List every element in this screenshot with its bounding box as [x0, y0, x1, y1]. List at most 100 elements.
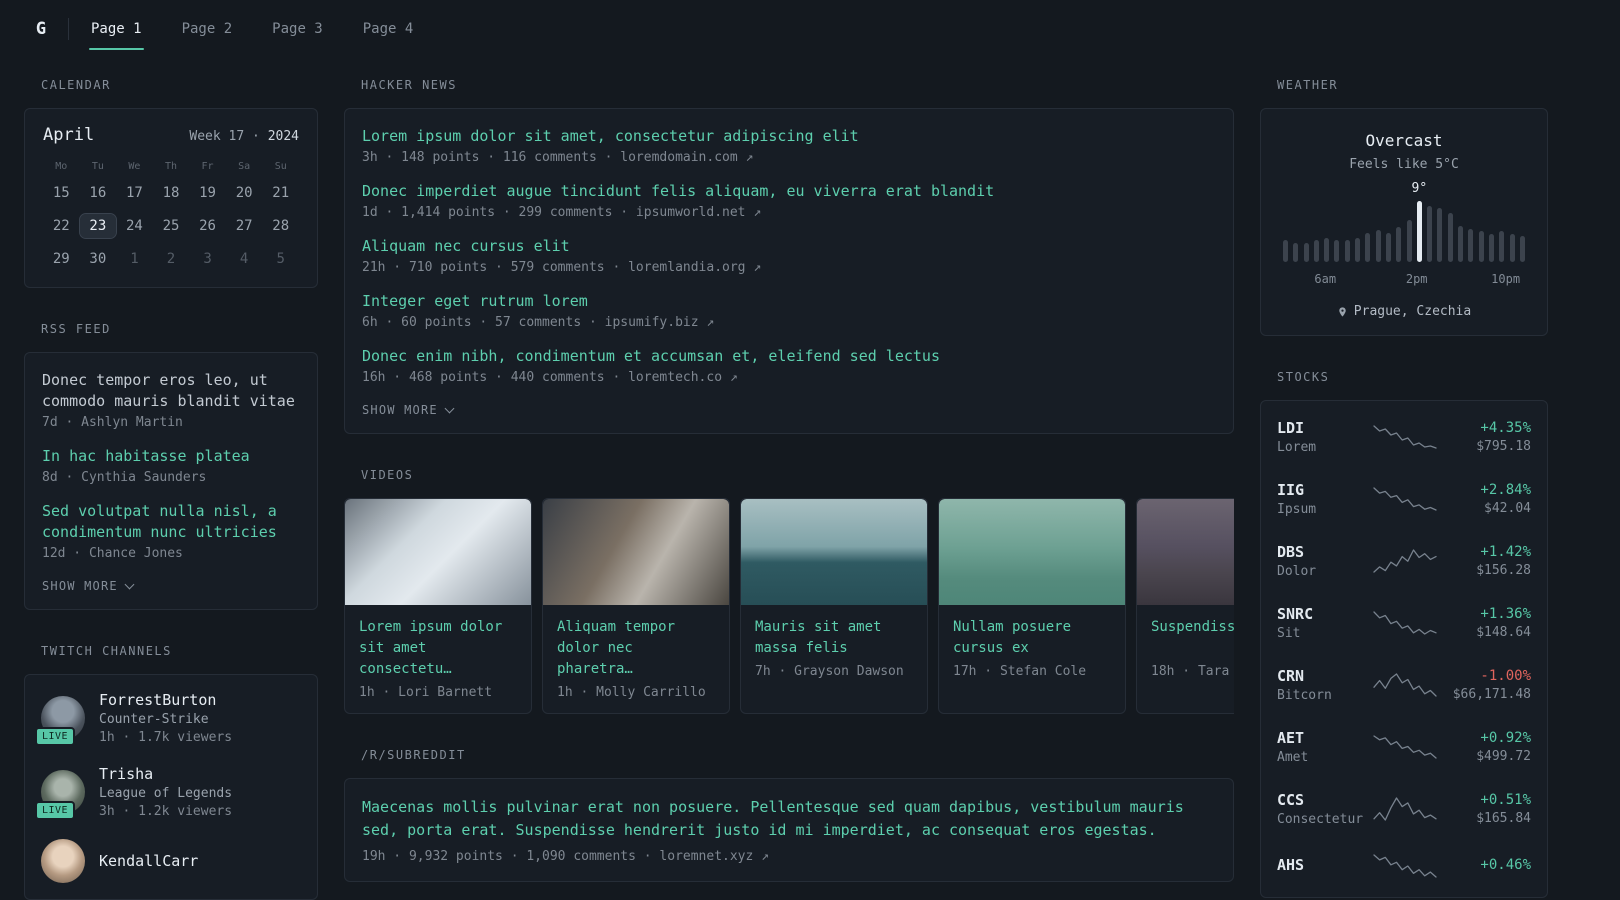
videos-section-title: VIDEOS [361, 468, 414, 482]
weather-bar [1509, 233, 1515, 262]
dashboard-layout: CALENDAR April Week 17 · 2024 Mo Tu We T… [0, 58, 1620, 900]
video-body: Nullam posuere cursus ex 17h · Stefan Co… [939, 605, 1125, 692]
video-title[interactable]: Aliquam tempor dolor nec pharetra… [557, 617, 715, 680]
stock-id: CCS Consectetur [1277, 791, 1373, 827]
channel-game[interactable]: League of Legends [99, 786, 232, 801]
video-card[interactable]: Suspendisse diam 18h · Tara [1136, 498, 1234, 714]
stock-values: +0.92% $499.72 [1476, 730, 1531, 764]
rss-item: In hac habitasse platea 8d · Cynthia Sau… [42, 446, 300, 485]
stock-name: Consectetur [1277, 812, 1364, 827]
right-column: WEATHER Overcast Feels like 5°C 9° 6am 2… [1260, 78, 1548, 900]
channel-avatar[interactable]: LIVE [35, 696, 85, 746]
live-badge: LIVE [35, 727, 76, 746]
stock-name: Ipsum [1277, 502, 1317, 517]
subreddit-post-meta[interactable]: 19h · 9,932 points · 1,090 comments · lo… [362, 849, 1216, 864]
stock-sparkline [1373, 487, 1437, 511]
calendar-day-next-month: 4 [239, 251, 249, 267]
calendar-day: 17 [125, 185, 143, 201]
calendar-year: 2024 [267, 129, 299, 144]
stock-row[interactable]: AHS +0.46% [1277, 840, 1531, 892]
calendar-day-next-month: 3 [203, 251, 212, 267]
video-meta: 18h · Tara [1151, 664, 1230, 679]
weather-time: 10pm [1491, 272, 1521, 286]
calendar-day: 16 [89, 185, 107, 201]
hackernews-item-meta[interactable]: 16h · 468 points · 440 comments · loremt… [362, 370, 1216, 385]
hackernews-item-title[interactable]: Integer eget rutrum lorem [362, 291, 1216, 312]
stock-row[interactable]: SNRC Sit +1.36% $148.64 [1277, 592, 1531, 654]
video-body: Suspendisse diam 18h · Tara [1137, 605, 1234, 692]
rss-show-more-button[interactable]: SHOW MORE [42, 579, 300, 593]
hackernews-show-more-button[interactable]: SHOW MORE [362, 403, 1216, 417]
video-thumbnail[interactable] [345, 499, 531, 605]
calendar-day: 18 [162, 185, 180, 201]
weather-bar [1375, 230, 1381, 262]
stock-name: Amet [1277, 750, 1309, 765]
channel-viewers: 3h · 1.2k viewers [99, 804, 233, 819]
video-card[interactable]: Mauris sit amet massa felis 7h · Grayson… [740, 498, 928, 714]
video-title[interactable]: Suspendisse diam [1151, 617, 1234, 659]
stock-row[interactable]: DBS Dolor +1.42% $156.28 [1277, 530, 1531, 592]
channel-name[interactable]: Trisha [99, 765, 232, 783]
hackernews-item-meta[interactable]: 3h · 148 points · 116 comments · loremdo… [362, 150, 1216, 165]
stock-values: +2.84% $42.04 [1480, 482, 1531, 516]
calendar-dow: Sa [238, 161, 251, 172]
hackernews-item-meta[interactable]: 1d · 1,414 points · 299 comments · ipsum… [362, 205, 1216, 220]
weather-feels-like: Feels like 5°C [1349, 157, 1459, 172]
weather-bar [1499, 231, 1505, 262]
hackernews-card: Lorem ipsum dolor sit amet, consectetur … [344, 108, 1234, 434]
rss-item-title[interactable]: In hac habitasse platea [42, 446, 300, 467]
hackernews-item-title[interactable]: Aliquam nec cursus elit [362, 236, 1216, 257]
calendar-dow: Tu [91, 161, 104, 172]
video-thumbnail[interactable] [1137, 499, 1234, 605]
stock-id: LDI Lorem [1277, 419, 1373, 455]
stock-row[interactable]: IIG Ipsum +2.84% $42.04 [1277, 468, 1531, 530]
video-thumbnail[interactable] [543, 499, 729, 605]
video-title[interactable]: Lorem ipsum dolor sit amet consectetu… [359, 617, 517, 680]
rss-item: Donec tempor eros leo, ut commodo mauris… [42, 370, 300, 430]
tab-page-1[interactable]: Page 1 [85, 0, 148, 58]
stock-sparkline [1373, 425, 1437, 449]
subreddit-post-title[interactable]: Maecenas mollis pulvinar erat non posuer… [362, 798, 1184, 839]
stock-row[interactable]: LDI Lorem +4.35% $795.18 [1277, 406, 1531, 468]
hackernews-item-title[interactable]: Lorem ipsum dolor sit amet, consectetur … [362, 126, 1216, 147]
video-title[interactable]: Nullam posuere cursus ex [953, 617, 1111, 659]
subreddit-widget: /R/SUBREDDIT Maecenas mollis pulvinar er… [344, 748, 1234, 882]
weather-bar [1283, 240, 1288, 262]
channel-avatar[interactable]: LIVE [35, 770, 85, 820]
rss-item-title[interactable]: Donec tempor eros leo, ut commodo mauris… [42, 370, 300, 412]
video-thumbnail[interactable] [939, 499, 1125, 605]
stock-row[interactable]: CCS Consectetur +0.51% $165.84 [1277, 778, 1531, 840]
video-thumbnail[interactable] [741, 499, 927, 605]
tab-page-3[interactable]: Page 3 [266, 0, 329, 58]
rss-item-title[interactable]: Sed volutpat nulla nisl, a condimentum n… [42, 501, 300, 543]
hackernews-item-meta[interactable]: 21h · 710 points · 579 comments · loreml… [362, 260, 1216, 275]
hackernews-item-title[interactable]: Donec enim nibh, condimentum et accumsan… [362, 346, 1216, 367]
channel-game[interactable]: Counter-Strike [99, 712, 232, 727]
stock-ticker: CRN [1277, 667, 1305, 685]
video-title[interactable]: Mauris sit amet massa felis [755, 617, 913, 659]
weather-time-labels: 6am 2pm 10pm [1277, 272, 1531, 288]
stock-row[interactable]: CRN Bitcorn -1.00% $66,171.48 [1277, 654, 1531, 716]
stock-sparkline [1373, 673, 1437, 697]
weather-widget: WEATHER Overcast Feels like 5°C 9° 6am 2… [1260, 78, 1548, 336]
channel-name[interactable]: KendallCarr [99, 852, 198, 870]
channel-avatar[interactable] [41, 839, 85, 883]
weather-bar [1355, 237, 1361, 262]
weather-bar [1396, 227, 1402, 262]
hackernews-item: Donec imperdiet augue tincidunt felis al… [362, 181, 1216, 220]
video-card[interactable]: Nullam posuere cursus ex 17h · Stefan Co… [938, 498, 1126, 714]
stock-id: IIG Ipsum [1277, 481, 1373, 517]
calendar-dow: Fr [201, 161, 214, 172]
tab-page-2[interactable]: Page 2 [176, 0, 239, 58]
video-card[interactable]: Aliquam tempor dolor nec pharetra… 1h · … [542, 498, 730, 714]
tab-page-4[interactable]: Page 4 [357, 0, 420, 58]
video-row: Lorem ipsum dolor sit amet consectetu… 1… [344, 498, 1234, 714]
calendar-dow: Th [164, 161, 178, 172]
hackernews-item-title[interactable]: Donec imperdiet augue tincidunt felis al… [362, 181, 1216, 202]
hackernews-item-meta[interactable]: 6h · 60 points · 57 comments · ipsumify.… [362, 315, 1216, 330]
rss-item-meta: 7d · Ashlyn Martin [42, 415, 183, 430]
stock-change: +1.36% [1480, 606, 1531, 622]
channel-name[interactable]: ForrestBurton [99, 691, 232, 709]
stock-row[interactable]: AET Amet +0.92% $499.72 [1277, 716, 1531, 778]
video-card[interactable]: Lorem ipsum dolor sit amet consectetu… 1… [344, 498, 532, 714]
